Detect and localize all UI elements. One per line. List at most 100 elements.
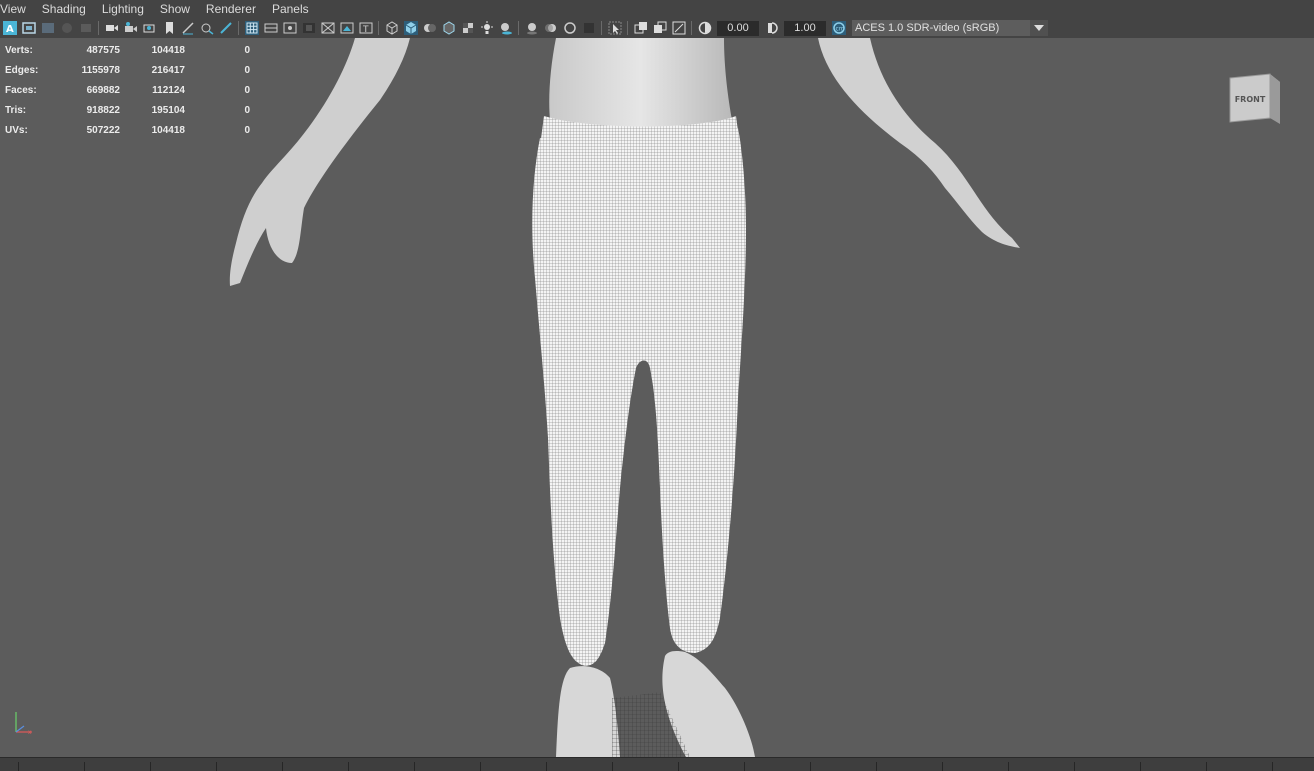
svg-text:x: x [28,729,32,736]
tick [414,762,415,771]
torso [549,38,732,133]
image-plane-icon[interactable] [59,21,74,36]
tick [678,762,679,771]
tick [348,762,349,771]
panel-menu-bar: View Shading Lighting Show Renderer Pane… [0,0,1314,18]
bookmark-icon[interactable] [40,21,55,36]
hud-label: Tris: [5,104,27,116]
depth-of-field-icon[interactable] [581,21,596,36]
tick [744,762,745,771]
tick [84,762,85,771]
hud-row-uvs: UVs: 507222 104418 0 [5,120,250,140]
textured-icon[interactable] [460,21,475,36]
isolate-select-icon[interactable] [607,21,622,36]
exposure-icon[interactable] [697,21,712,36]
hud-value: 0 [244,64,250,76]
tick [942,762,943,771]
anti-alias-icon[interactable] [562,21,577,36]
snapshot-icon[interactable] [142,21,157,36]
hud-label: Verts: [5,44,33,56]
hud-row-tris: Tris: 918822 195104 0 [5,100,250,120]
gamma-icon[interactable] [764,21,779,36]
hud-value: 112124 [152,84,185,96]
film-gate-icon[interactable] [263,21,278,36]
ambient-occlusion-icon[interactable] [524,21,539,36]
safe-title-icon[interactable]: T [358,21,373,36]
hud-row-verts: Verts: 487575 104418 0 [5,40,250,60]
toolbar-separator [518,21,519,35]
tick [1272,762,1273,771]
hud-value: 195104 [151,104,185,116]
axis-gizmo: x [10,708,40,738]
xray-icon[interactable] [633,21,648,36]
hud-value: 507222 [86,124,120,136]
hud-value: 918822 [86,104,120,116]
toolbar-separator [627,21,628,35]
svg-text:T: T [362,25,369,35]
hud-value: 487575 [86,44,120,56]
color-transform-value: ACES 1.0 SDR-video (sRGB) [855,22,1000,34]
hud-value: 0 [244,104,250,116]
lock-camera-icon[interactable] [123,21,138,36]
shadows-icon[interactable] [498,21,513,36]
menu-show[interactable]: Show [152,0,198,18]
svg-text:A: A [6,24,14,35]
motion-blur-icon[interactable] [543,21,558,36]
left-arm [229,38,410,286]
xray-joints-icon[interactable] [652,21,667,36]
hud-label: UVs: [5,124,28,136]
hud-value: 216417 [151,64,185,76]
select-camera-icon[interactable]: A [2,21,17,36]
chevron-down-icon[interactable] [1030,20,1048,36]
bookmark-flag-icon[interactable] [161,21,176,36]
tick [1206,762,1207,771]
color-transform-dropdown[interactable]: ACES 1.0 SDR-video (sRGB) [852,20,1048,36]
view-cube[interactable]: FRONT [1226,70,1282,128]
exposure-field[interactable]: 0.00 [717,20,759,36]
tick [546,762,547,771]
gate-mask-icon[interactable] [301,21,316,36]
camera-icon[interactable] [104,21,119,36]
tick [612,762,613,771]
image-plane-toggle-icon[interactable] [78,21,93,36]
color-management-icon[interactable]: cm [831,21,846,36]
toolbar-separator [378,21,379,35]
left-shoe [556,666,620,757]
hud-value: 104418 [151,124,185,136]
field-chart-icon[interactable] [320,21,335,36]
default-material-icon[interactable] [422,21,437,36]
scene-render [229,38,1020,757]
lights-icon[interactable] [479,21,494,36]
hud-row-faces: Faces: 669882 112124 0 [5,80,250,100]
grease-pencil-tool-icon[interactable] [218,21,233,36]
menu-lighting[interactable]: Lighting [94,0,152,18]
backface-culling-icon[interactable] [671,21,686,36]
menu-panels[interactable]: Panels [264,0,317,18]
hud-value: 0 [244,84,250,96]
view-cube-label: FRONT [1235,95,1266,104]
menu-view[interactable]: View [0,0,34,18]
tick [1074,762,1075,771]
time-slider-strip[interactable] [0,757,1314,771]
wireframe-icon[interactable] [384,21,399,36]
pan-zoom-icon[interactable] [199,21,214,36]
hud-row-edges: Edges: 1155978 216417 0 [5,60,250,80]
pants-mesh-wireframe[interactable] [532,128,746,666]
menu-renderer[interactable]: Renderer [198,0,264,18]
tick [876,762,877,771]
safe-action-icon[interactable] [339,21,354,36]
camera-attributes-icon[interactable] [21,21,36,36]
3d-viewport[interactable]: Verts: 487575 104418 0 Edges: 1155978 21… [0,38,1314,757]
hud-value: 669882 [86,84,120,96]
grease-pencil-icon[interactable] [180,21,195,36]
resolution-gate-icon[interactable] [282,21,297,36]
hud-value: 0 [244,124,250,136]
smooth-shade-icon[interactable] [403,21,418,36]
hud-value: 104418 [151,44,185,56]
grid-icon[interactable] [244,21,259,36]
wireframe-on-shaded-icon[interactable] [441,21,456,36]
gamma-field[interactable]: 1.00 [784,20,826,36]
toolbar-separator [98,21,99,35]
tick [810,762,811,771]
menu-shading[interactable]: Shading [34,0,94,18]
